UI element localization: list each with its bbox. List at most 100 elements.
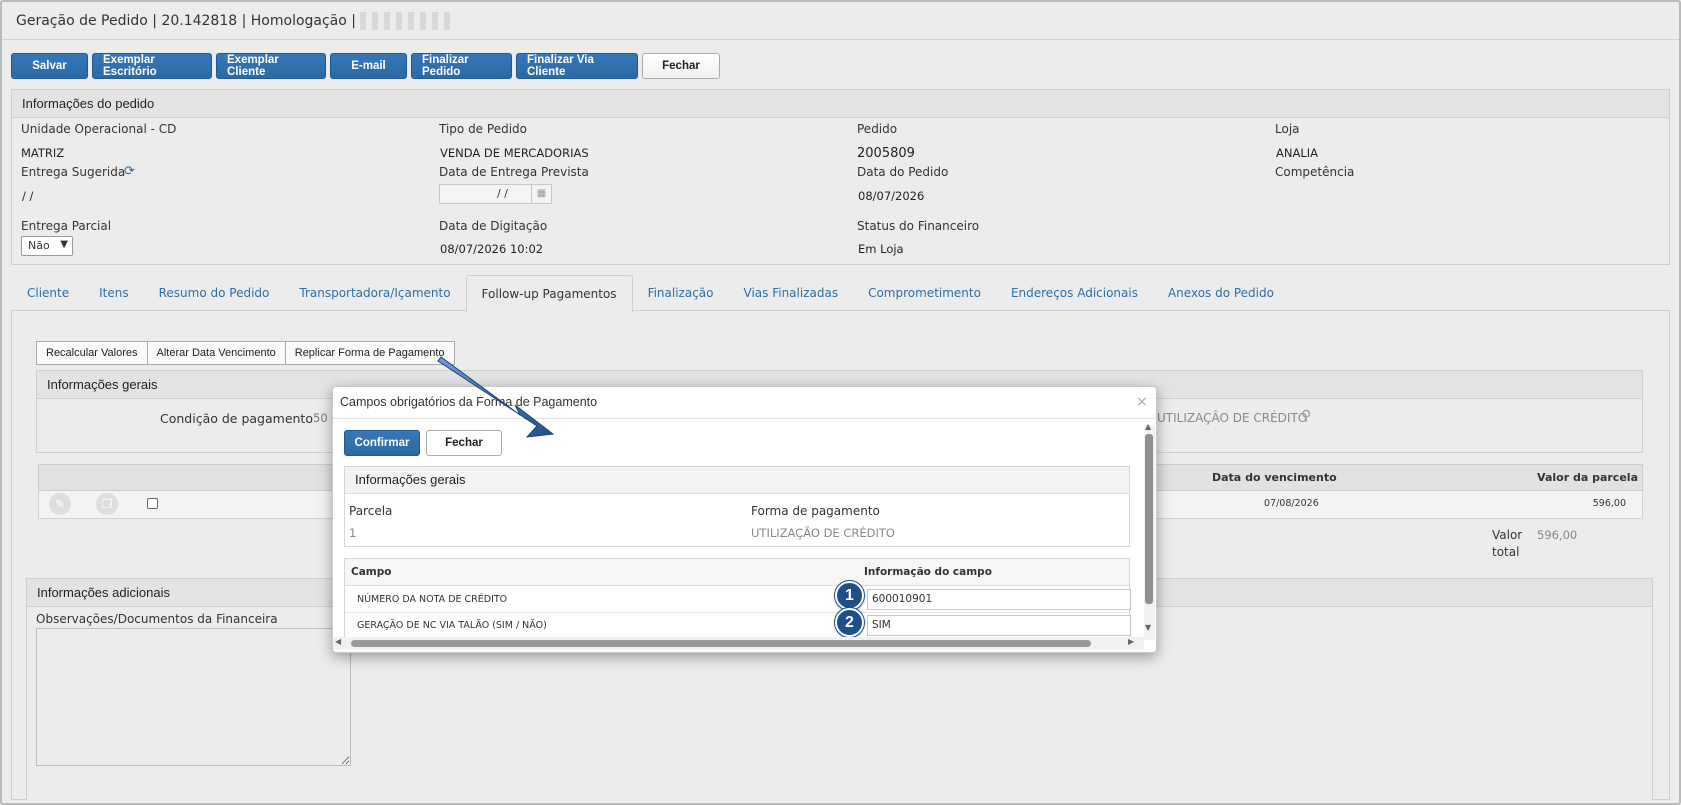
data-prevista-input[interactable]: / / ▦ [439,184,552,204]
tab-enderecos[interactable]: Endereços Adicionais [996,275,1153,313]
vscroll-thumb[interactable] [1145,434,1153,604]
row-checkbox[interactable] [147,498,158,509]
entrega-parcial-value: Não [28,239,50,252]
step-badge-1: 1 [835,581,864,610]
alterar-vencimento-button[interactable]: Alterar Data Vencimento [147,341,286,365]
close-icon[interactable]: × [1135,395,1149,409]
loja-label: Loja [1275,122,1300,136]
row-valor: 596,00 [1592,498,1626,509]
pedido-label: Pedido [857,122,898,136]
payment-toolbar: Recalcular Valores Alterar Data Vencimen… [36,341,455,365]
data-pedido-value: 08/07/2026 [858,189,925,203]
col-vencimento: Data do vencimento [1212,471,1337,484]
campo-geracao-nc: GERAÇÃO DE NC VIA TALÃO (SIM / NÃO) [357,620,547,631]
window-title: Geração de Pedido | 20.142818 | Homologa… [2,2,1679,40]
nota-credito-value: 600010901 [872,593,933,605]
data-digitacao-label: Data de Digitação [439,219,548,233]
hscroll-thumb[interactable] [351,640,1091,647]
data-prevista-value: / / [497,187,508,200]
search-icon[interactable]: ⚲ [1301,408,1311,424]
parcela-label: Parcela [349,504,393,518]
geracao-nc-input[interactable]: SIM [867,615,1131,636]
entrega-sugerida-label: Entrega Sugerida [21,165,126,179]
tab-resumo[interactable]: Resumo do Pedido [144,275,285,313]
step-badge-2: 2 [835,608,864,637]
main-toolbar: Salvar Exemplar Escritório Exemplar Clie… [11,53,720,79]
tab-finalizacao[interactable]: Finalização [633,275,729,313]
redacted-user [360,12,451,30]
fields-table-header: Campo Informação do campo [345,559,1129,586]
observacoes-label: Observações/Documentos da Financeira [36,612,278,626]
col-informacao: Informação do campo [864,566,992,578]
entrega-parcial-label: Entrega Parcial [21,219,112,233]
scroll-left-icon[interactable]: ◀ [335,637,341,646]
modal-divider [333,418,1156,419]
modal-horizontal-scrollbar[interactable]: ◀ ▶ [333,637,1144,649]
condicao-label: Condição de pagamento [160,411,313,426]
tab-anexos[interactable]: Anexos do Pedido [1153,275,1289,313]
tab-transportadora[interactable]: Transportadora/Içamento [284,275,465,313]
copy-icon[interactable]: ❐ [96,493,118,515]
pedido-value: 2005809 [857,146,915,161]
scroll-up-icon[interactable]: ▲ [1145,422,1151,431]
order-info-header: Informações do pedido [12,90,1669,118]
forma-value: UTILIZAÇÃO DE CRÉDITO [751,526,895,540]
observacoes-textarea[interactable] [36,628,351,766]
entrega-parcial-select[interactable]: Não ▼ [21,236,73,256]
calendar-icon[interactable]: ▦ [531,185,551,203]
order-info-panel: Informações do pedido [11,89,1670,265]
tipo-label: Tipo de Pedido [439,122,527,136]
competencia-label: Competência [1275,165,1355,179]
finish-via-client-button[interactable]: Finalizar Via Cliente [516,53,638,79]
data-pedido-label: Data do Pedido [857,165,949,179]
col-campo: Campo [351,566,392,578]
save-button[interactable]: Salvar [11,53,88,79]
status-financeiro-value: Em Loja [858,242,904,256]
unidade-value: MATRIZ [21,146,65,160]
data-prevista-label: Data de Entrega Prevista [439,165,589,179]
table-row: NÚMERO DA NOTA DE CRÉDITO 600010901 [345,586,1131,613]
valor-total-value: 596,00 [1537,528,1578,542]
data-digitacao-value: 08/07/2026 10:02 [440,242,544,256]
recalcular-button[interactable]: Recalcular Valores [36,341,148,365]
tab-itens[interactable]: Itens [84,275,143,313]
tab-cliente[interactable]: Cliente [12,275,84,313]
tab-bar: Cliente Itens Resumo do Pedido Transport… [12,275,1289,313]
confirm-button[interactable]: Confirmar [344,430,420,456]
office-copy-button[interactable]: Exemplar Escritório [92,53,212,79]
nota-credito-input[interactable]: 600010901 [867,589,1131,610]
modal-close-button[interactable]: Fechar [426,430,502,456]
edit-icon[interactable]: ✎ [49,493,71,515]
window-title-text: Geração de Pedido | 20.142818 | Homologa… [16,13,356,29]
tab-vias-finalizadas[interactable]: Vias Finalizadas [729,275,854,313]
col-valor-parcela: Valor da parcela [1537,471,1638,484]
close-button[interactable]: Fechar [642,53,720,79]
condicao-value: 50 [313,411,328,425]
loja-value: ANALIA [1276,146,1319,160]
fields-table: Campo Informação do campo NÚMERO DA NOTA… [344,558,1131,640]
campo-nota-credito: NÚMERO DA NOTA DE CRÉDITO [357,594,508,605]
geracao-nc-value: SIM [872,619,891,631]
unidade-label: Unidade Operacional - CD [21,122,177,136]
valor-total-label: Valor [1492,528,1523,542]
replicar-forma-button[interactable]: Replicar Forma de Pagamento [285,341,455,365]
modal-section-header: Informações gerais [345,467,1129,494]
tipo-value: VENDA DE MERCADORIAS [440,146,589,160]
entrega-sugerida-value: / / [22,189,34,203]
finish-order-button[interactable]: Finalizar Pedido [411,53,512,79]
parcela-value: 1 [349,526,357,540]
tab-comprometimento[interactable]: Comprometimento [853,275,996,313]
required-fields-modal: Campos obrigatórios da Forma de Pagament… [332,386,1157,653]
forma-label: Forma de pagamento [751,504,880,518]
scroll-down-icon[interactable]: ▼ [1145,623,1151,632]
email-button[interactable]: E-mail [330,53,407,79]
client-copy-button[interactable]: Exemplar Cliente [216,53,326,79]
valor-total-label-2: total [1492,545,1520,559]
tab-follow-up-pagamentos[interactable]: Follow-up Pagamentos [465,275,633,313]
refresh-icon[interactable]: ⟳ [124,164,135,179]
scroll-right-icon[interactable]: ▶ [1128,637,1134,646]
table-row: GERAÇÃO DE NC VIA TALÃO (SIM / NÃO) SIM [345,613,1131,640]
chevron-down-icon: ▼ [60,239,68,250]
modal-vertical-scrollbar[interactable]: ▲ ▼ [1144,422,1155,640]
forma-pagamento-value: UTILIZAÇÃO DE CRÉDITO [1157,411,1308,425]
